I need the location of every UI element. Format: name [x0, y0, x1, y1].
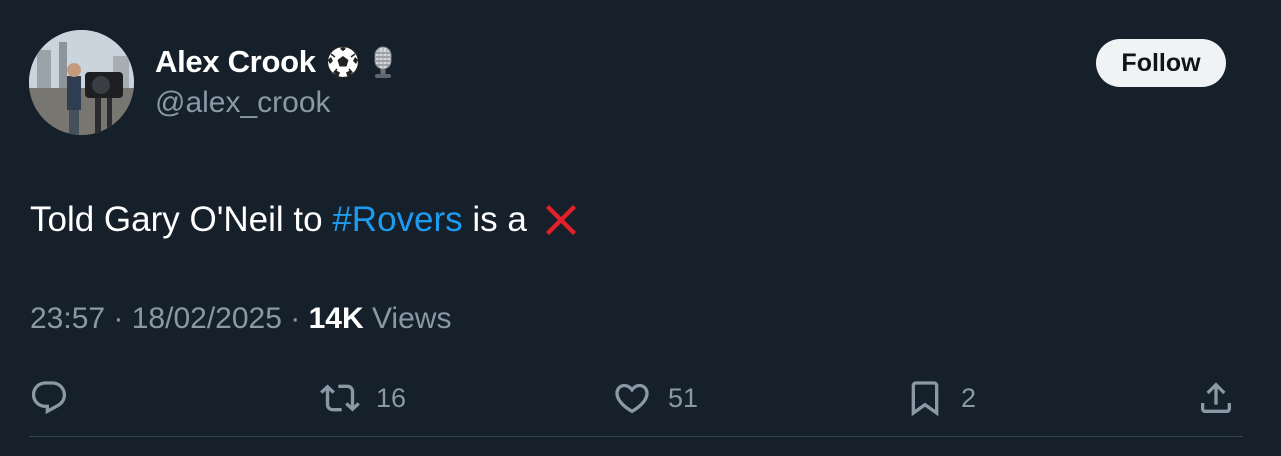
tweet-text-before: Told Gary O'Neil to	[30, 200, 333, 239]
reply-icon	[31, 381, 67, 415]
tweet-text: Told Gary O'Neil to #Rovers is a	[30, 198, 583, 242]
bookmark-count: 2	[961, 382, 977, 413]
heart-icon	[615, 383, 649, 414]
tweet-text-after: is a	[462, 200, 527, 239]
tweet-meta: 23:57 · 18/02/2025 · 14K Views	[30, 302, 451, 336]
meta-separator: ·	[105, 302, 132, 335]
microphone-icon	[374, 46, 392, 78]
retweet-icon	[320, 384, 360, 412]
retweet-button[interactable]: 16	[320, 372, 406, 424]
hashtag-link[interactable]: #Rovers	[332, 200, 462, 240]
avatar[interactable]	[29, 30, 134, 135]
like-count: 51	[668, 382, 699, 413]
views-label: Views	[363, 302, 452, 335]
bookmark-icon	[911, 381, 939, 417]
reply-button[interactable]	[29, 372, 69, 424]
tweet-time[interactable]: 23:57	[30, 302, 105, 336]
tweet-card: Alex Crook @alex_crook Follow Told Gary …	[0, 0, 1281, 456]
soccer-ball-icon	[326, 45, 359, 79]
tweet-date[interactable]: 18/02/2025	[132, 302, 282, 336]
follow-button[interactable]: Follow	[1096, 39, 1226, 87]
share-button[interactable]	[1196, 372, 1236, 424]
views-count: 14K	[308, 302, 364, 335]
meta-separator: ·	[281, 302, 309, 335]
bottom-divider	[29, 436, 1243, 437]
red-cross-icon	[545, 205, 576, 235]
bookmark-button[interactable]: 2	[905, 372, 976, 424]
author-display-name[interactable]: Alex Crook	[155, 44, 316, 80]
like-button[interactable]: 51	[612, 372, 698, 424]
share-icon	[1201, 382, 1231, 413]
author-handle[interactable]: @alex_crook	[155, 86, 331, 120]
tweet-actions: 16 51 2	[0, 372, 1281, 424]
author-name-row: Alex Crook	[155, 42, 400, 82]
avatar-photo	[29, 30, 134, 135]
retweet-count: 16	[376, 382, 407, 413]
